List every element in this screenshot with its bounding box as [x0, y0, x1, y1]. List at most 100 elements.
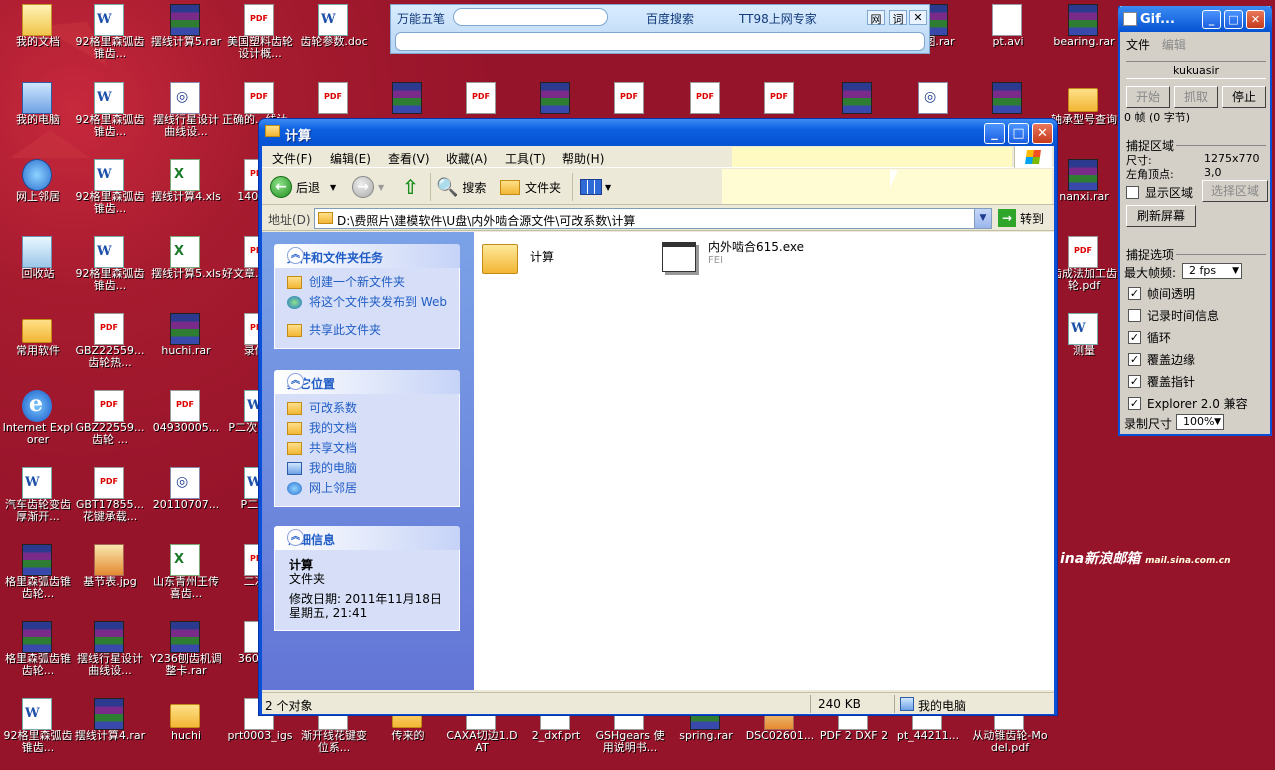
desktop-icon[interactable]: bearing.rar: [1046, 2, 1122, 76]
views-button[interactable]: ▼: [580, 174, 611, 200]
desktop-icon[interactable]: 摆线行星设计曲线设...: [148, 80, 224, 154]
option-checkbox[interactable]: ✓ 帧间透明: [1128, 285, 1195, 302]
option-checkbox[interactable]: ✓ Explorer 2.0 兼容: [1128, 395, 1248, 412]
option-checkbox[interactable]: 记录时间信息: [1128, 307, 1219, 324]
collapse-icon[interactable]: ︽: [287, 373, 304, 390]
folders-button[interactable]: 文件夹: [500, 174, 561, 200]
menu-edit[interactable]: 编辑(E): [330, 150, 371, 167]
menu-tools[interactable]: 工具(T): [505, 150, 546, 167]
select-area-button[interactable]: 选择区域: [1202, 180, 1268, 202]
task-new-folder[interactable]: 创建一个新文件夹: [287, 274, 459, 294]
file-item-exe[interactable]: 内外啮合615.exe FEI: [662, 238, 804, 272]
ime-composition-field[interactable]: [453, 8, 608, 26]
up-button[interactable]: ⇧: [402, 174, 419, 200]
checkbox[interactable]: ✓: [1128, 375, 1141, 388]
checkbox[interactable]: ✓: [1128, 331, 1141, 344]
desktop-icon[interactable]: 92格里森弧齿锥齿...: [72, 80, 148, 154]
title-bar[interactable]: 计算 _ □ ✕: [259, 119, 1057, 146]
start-button[interactable]: 开始: [1126, 86, 1170, 108]
desktop-icon[interactable]: huchi.rar: [148, 311, 224, 385]
stop-button[interactable]: 停止: [1222, 86, 1266, 108]
back-button[interactable]: ← 后退 ▼: [270, 174, 336, 200]
menu-file[interactable]: 文件: [1126, 38, 1150, 52]
menu-edit[interactable]: 编辑: [1162, 38, 1186, 52]
option-checkbox[interactable]: ✓ 循环: [1128, 329, 1171, 346]
desktop-icon[interactable]: pt.avi: [970, 2, 1046, 76]
checkbox[interactable]: ✓: [1128, 287, 1141, 300]
desktop-icon[interactable]: 齿轮参数.doc: [296, 2, 372, 76]
checkbox[interactable]: [1126, 186, 1139, 199]
desktop-icon[interactable]: 92格里森弧齿锥齿...: [72, 2, 148, 76]
refresh-screen-button[interactable]: 刷新屏幕: [1126, 205, 1196, 227]
desktop-icon[interactable]: 基节表.jpg: [72, 542, 148, 616]
capture-button[interactable]: 抓取: [1174, 86, 1218, 108]
desktop-icon[interactable]: 92格里森弧齿锥齿...: [72, 234, 148, 308]
maximize-button[interactable]: □: [1224, 10, 1243, 29]
menu-favorites[interactable]: 收藏(A): [446, 150, 488, 167]
desktop-icon[interactable]: 网上邻居: [0, 157, 76, 231]
chevron-down-icon[interactable]: ▼: [378, 183, 384, 192]
task-share-folder[interactable]: 共享此文件夹: [287, 322, 459, 342]
max-fps-select[interactable]: 2 fps ▼: [1182, 263, 1242, 279]
go-button[interactable]: → 转到: [998, 209, 1044, 227]
show-area-checkbox[interactable]: 显示区域: [1126, 184, 1193, 201]
baidu-search-link[interactable]: 百度搜索: [646, 10, 694, 27]
ime-input[interactable]: [395, 32, 925, 51]
desktop-icon[interactable]: GBT17855...花键承载...: [72, 465, 148, 539]
chevron-down-icon[interactable]: ▼: [974, 209, 991, 228]
ime-web-button[interactable]: 网: [867, 10, 885, 26]
tt98-link[interactable]: TT98上网专家: [739, 10, 817, 27]
desktop-icon[interactable]: 20110707...: [148, 465, 224, 539]
menu-file[interactable]: 文件(F): [272, 150, 312, 167]
desktop-icon[interactable]: 格里森弧齿锥齿轮...: [0, 619, 76, 693]
place-my-computer[interactable]: 我的电脑: [287, 460, 459, 480]
desktop-icon[interactable]: 04930005...: [148, 388, 224, 462]
desktop-icon[interactable]: 摆线计算4.rar: [72, 696, 148, 770]
option-checkbox[interactable]: ✓ 覆盖边缘: [1128, 351, 1195, 368]
desktop-icon[interactable]: 摆线行星设计曲线设...: [72, 619, 148, 693]
desktop-icon[interactable]: 格里森弧齿锥齿轮...: [0, 542, 76, 616]
maximize-button[interactable]: □: [1008, 123, 1029, 144]
checkbox[interactable]: [1128, 309, 1141, 322]
desktop-icon[interactable]: Internet Explorer: [0, 388, 76, 462]
desktop-icon[interactable]: 92格里森弧齿锥齿...: [72, 157, 148, 231]
file-item-folder[interactable]: 计算: [482, 238, 554, 274]
option-checkbox[interactable]: ✓ 覆盖指针: [1128, 373, 1195, 390]
desktop-icon[interactable]: GBZ22559...齿轮热...: [72, 311, 148, 385]
desktop-icon[interactable]: 汽车齿轮变齿厚渐开...: [0, 465, 76, 539]
desktop-icon[interactable]: 摆线计算5.rar: [148, 2, 224, 76]
desktop-icon[interactable]: GBZ22559...齿轮 ...: [72, 388, 148, 462]
minimize-button[interactable]: _: [1202, 10, 1221, 29]
collapse-icon[interactable]: ︽: [287, 529, 304, 546]
chevron-down-icon[interactable]: ▼: [330, 183, 336, 192]
checkbox[interactable]: ✓: [1128, 397, 1141, 410]
place-kegai[interactable]: 可改系数: [287, 400, 459, 420]
desktop-icon[interactable]: 92格里森弧齿锥齿...: [0, 696, 76, 770]
close-button[interactable]: ✕: [1032, 123, 1053, 144]
close-button[interactable]: ✕: [1246, 10, 1265, 29]
gif-title-bar[interactable]: Gif... _ □ ✕: [1118, 6, 1272, 32]
desktop-icon[interactable]: 摆线计算4.xls: [148, 157, 224, 231]
collapse-icon[interactable]: ︽: [287, 247, 304, 264]
place-network[interactable]: 网上邻居: [287, 480, 459, 500]
desktop-icon[interactable]: 我的电脑: [0, 80, 76, 154]
ime-word-button[interactable]: 词: [889, 10, 907, 26]
panel-header[interactable]: 详细信息 ︽: [274, 526, 460, 550]
desktop-icon[interactable]: Y236刨齿机调整卡.rar: [148, 619, 224, 693]
desktop-icon[interactable]: 我的文档: [0, 2, 76, 76]
record-size-select[interactable]: 100% ▼: [1176, 414, 1224, 430]
place-my-documents[interactable]: 我的文档: [287, 420, 459, 440]
checkbox[interactable]: ✓: [1128, 353, 1141, 366]
desktop-icon[interactable]: 常用软件: [0, 311, 76, 385]
minimize-button[interactable]: _: [984, 123, 1005, 144]
desktop-icon[interactable]: 摆线计算5.xls: [148, 234, 224, 308]
ime-close-button[interactable]: ✕: [909, 10, 927, 25]
menu-view[interactable]: 查看(V): [388, 150, 430, 167]
panel-header[interactable]: 其它位置 ︽: [274, 370, 460, 394]
search-button[interactable]: 🔍 搜索: [436, 174, 486, 200]
address-input[interactable]: D:\费照片\建模软件\U盘\内外啮合源文件\可改系数\计算 ▼: [314, 208, 992, 229]
panel-header[interactable]: 文件和文件夹任务 ︽: [274, 244, 460, 268]
desktop-icon[interactable]: 回收站: [0, 234, 76, 308]
task-publish-web[interactable]: 将这个文件夹发布到 Web: [287, 294, 459, 322]
place-shared-documents[interactable]: 共享文档: [287, 440, 459, 460]
